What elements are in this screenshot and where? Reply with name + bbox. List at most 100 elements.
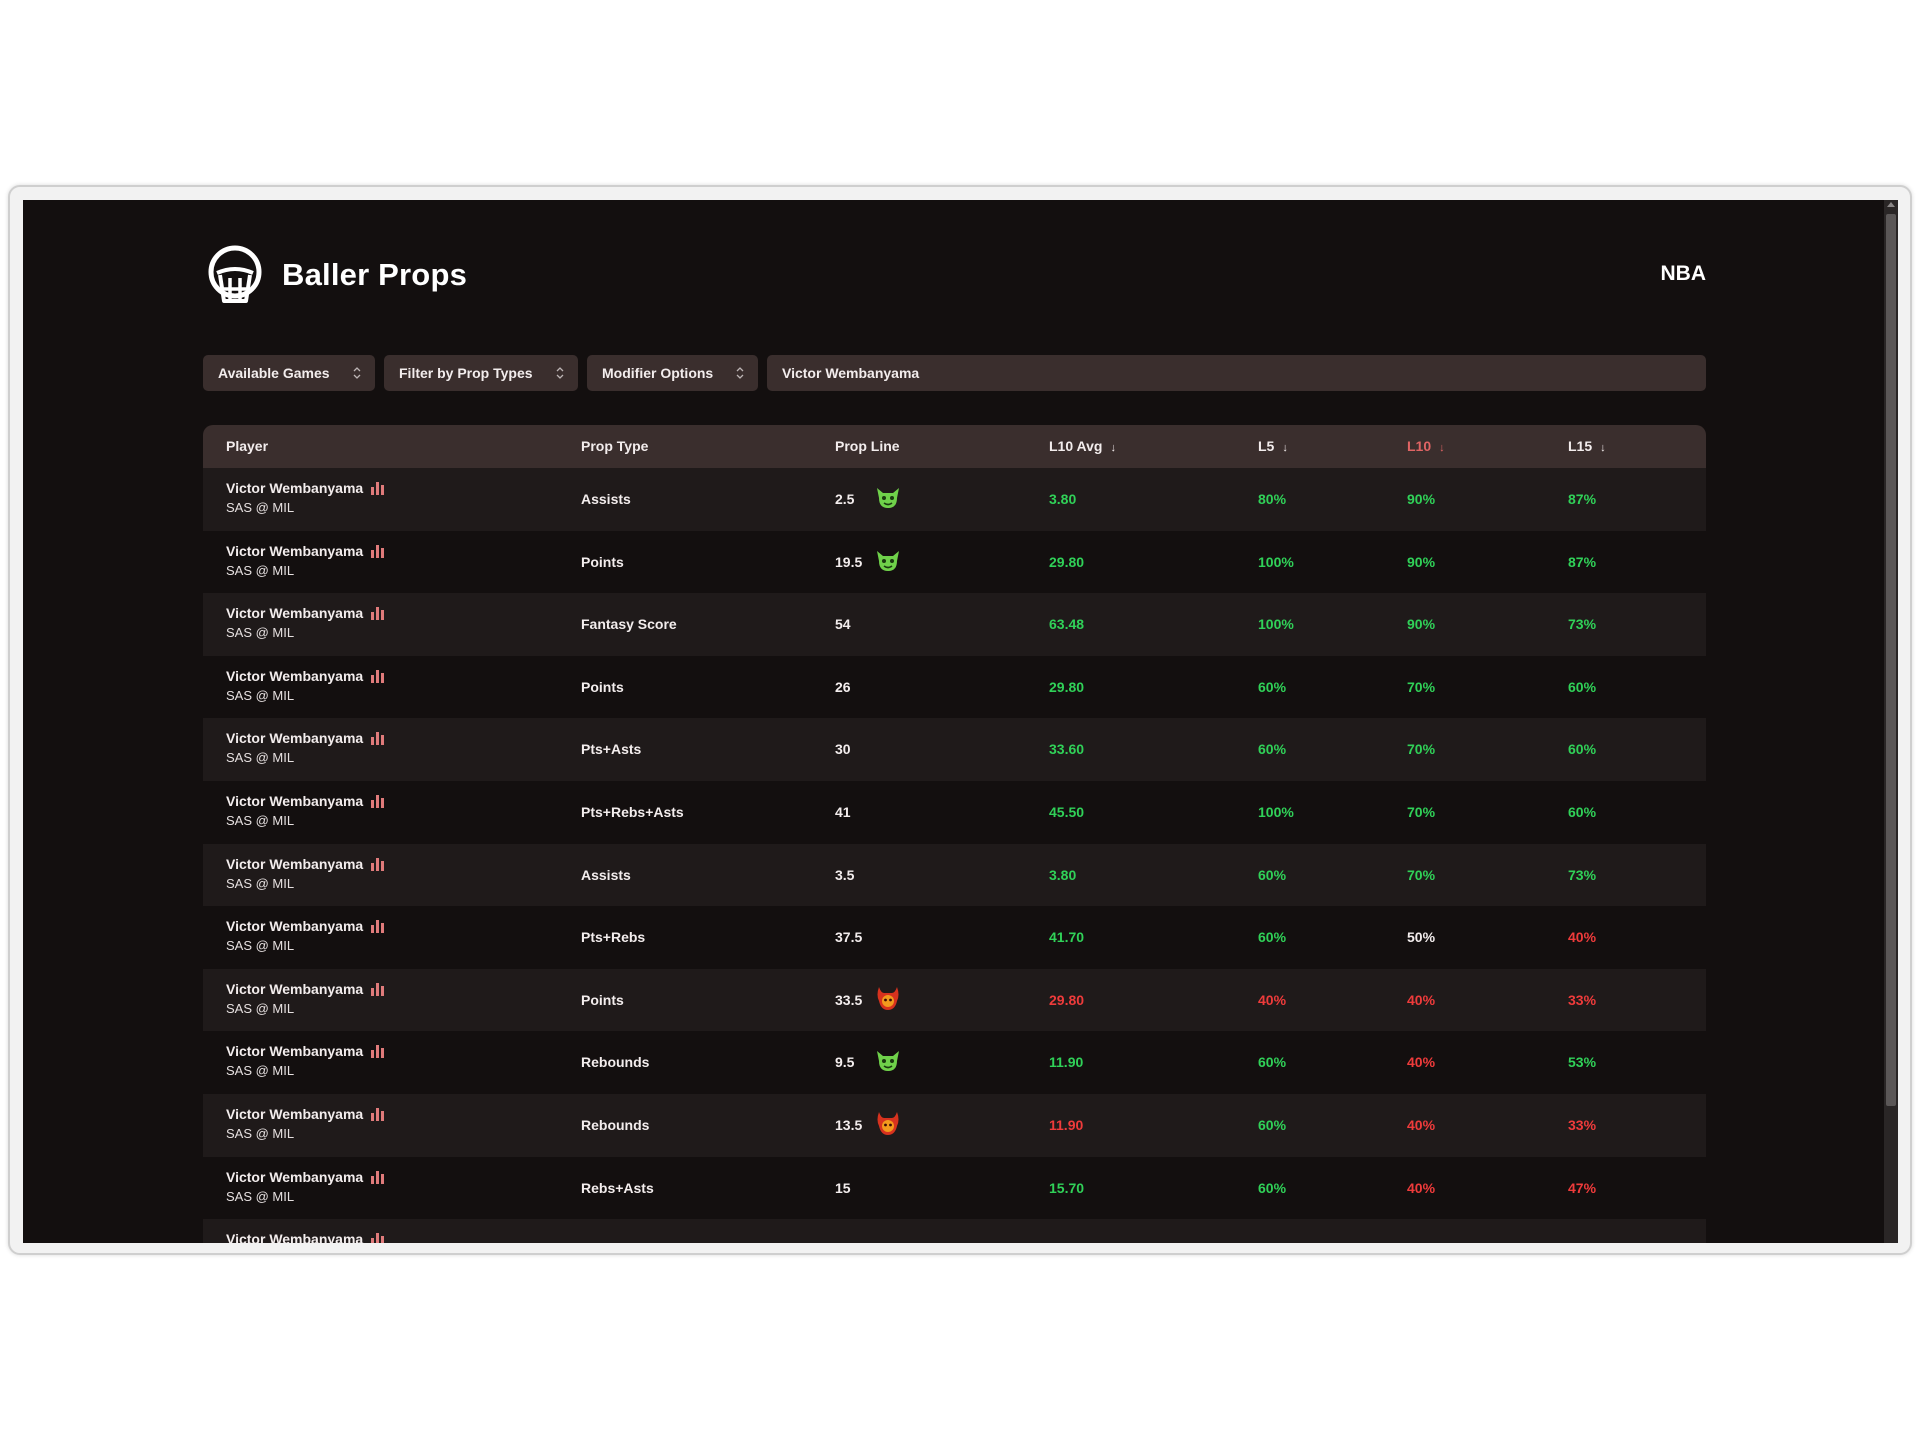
l5-value: 60%: [1258, 1179, 1287, 1196]
l10-value: 70%: [1407, 803, 1436, 820]
prop-line: 33.5: [835, 991, 863, 1008]
table-row[interactable]: Victor Wembanyama SAS @ MIL Rebounds 9.5 11.…: [203, 1031, 1706, 1094]
l15-value: 53%: [1568, 1054, 1597, 1071]
bar-chart-icon[interactable]: [370, 857, 386, 871]
bar-chart-icon[interactable]: [370, 669, 386, 683]
prop-types-label: Filter by Prop Types: [399, 365, 533, 381]
table-row[interactable]: Victor Wembanyama SAS @ MIL Pts+Asts 30 33.6…: [203, 718, 1706, 781]
table-header: Player Prop Type Prop Line L10 Avg ↓ L5 ↓ …: [203, 425, 1706, 468]
l10-value: 40%: [1407, 1054, 1436, 1071]
col-player[interactable]: Player: [226, 438, 268, 454]
bar-chart-icon[interactable]: [370, 544, 386, 558]
col-prop-type[interactable]: Prop Type: [581, 438, 648, 454]
brand-title[interactable]: Baller Props: [282, 257, 467, 293]
scroll-up-arrow-icon[interactable]: [1887, 202, 1895, 207]
l10-value: 40%: [1407, 1116, 1436, 1133]
matchup: SAS @ MIL: [226, 875, 295, 891]
player-name[interactable]: Victor Wembanyama: [226, 668, 363, 684]
l10-avg-value: 45.50: [1049, 803, 1085, 820]
col-l5-label: L5: [1258, 438, 1275, 454]
l10-avg-value: 29.80: [1049, 553, 1085, 570]
l10-avg-value: 11.90: [1049, 1116, 1084, 1133]
scrollbar-thumb[interactable]: [1886, 214, 1896, 1106]
vertical-scrollbar[interactable]: [1884, 200, 1898, 1243]
player-name[interactable]: Victor Wembanyama: [226, 480, 363, 496]
bar-chart-icon[interactable]: [370, 1232, 386, 1243]
bar-chart-icon[interactable]: [370, 1044, 386, 1059]
player-name[interactable]: Victor Wembanyama: [226, 1169, 363, 1185]
prop-types-dropdown[interactable]: Filter by Prop Types: [384, 355, 578, 391]
player-name[interactable]: Victor Wembanyama: [226, 1106, 363, 1122]
col-l10-avg[interactable]: L10 Avg ↓: [1049, 438, 1116, 454]
bar-chart-icon[interactable]: [370, 481, 386, 495]
player-name[interactable]: Victor Wembanyama: [226, 981, 363, 997]
l10-value: 90%: [1407, 491, 1436, 507]
matchup: SAS @ MIL: [226, 562, 295, 578]
col-l10[interactable]: L10 ↓: [1407, 438, 1445, 454]
l10-value: 40%: [1407, 1179, 1436, 1196]
player-name[interactable]: Victor Wembanyama: [226, 793, 363, 809]
bar-chart-icon[interactable]: [370, 606, 386, 621]
l5-value: 100%: [1258, 803, 1294, 820]
league-label[interactable]: NBA: [1661, 262, 1707, 286]
table-row[interactable]: Victor Wembanyama SAS @ MIL Points 33.5 29.8…: [203, 968, 1706, 1032]
goblin-icon: [873, 545, 903, 575]
l15-value: 60%: [1568, 741, 1597, 758]
l15-value: 60%: [1568, 678, 1597, 695]
prop-type: Points: [581, 678, 624, 695]
modifier-options-label: Modifier Options: [602, 365, 714, 381]
goblin-icon: [873, 482, 903, 512]
bar-chart-icon[interactable]: [370, 1107, 386, 1121]
player-name[interactable]: Victor Wembanyama: [226, 1231, 363, 1243]
l10-avg-value: 33.60: [1049, 741, 1085, 758]
l10-avg-value: 29.80: [1049, 678, 1085, 695]
table-row[interactable]: Victor Wembanyama SAS @ MIL Assists 3.5 3.80…: [203, 843, 1706, 907]
table-row[interactable]: Victor Wembanyama SAS @ MIL Pts+Rebs+Asts 4…: [203, 780, 1706, 844]
table-row[interactable]: Victor Wembanyama SAS @ MIL Points 26 29.80 6…: [203, 655, 1706, 719]
bar-chart-icon[interactable]: [370, 794, 386, 808]
arrow-down-icon: ↓: [1282, 442, 1288, 454]
prop-type: Rebs+Asts: [581, 1179, 654, 1196]
table-row[interactable]: Victor Wembanyama SAS @ MIL Points 19.5 29.8…: [203, 530, 1706, 594]
player-name[interactable]: Victor Wembanyama: [226, 543, 363, 559]
player-name[interactable]: Victor Wembanyama: [226, 856, 363, 872]
matchup: SAS @ MIL: [226, 1000, 295, 1016]
l5-value: 60%: [1258, 1116, 1287, 1133]
prop-line: 9.5: [835, 1054, 855, 1071]
col-l10-label: L10: [1407, 438, 1432, 454]
bar-chart-icon[interactable]: [370, 919, 386, 934]
player-search-input[interactable]: [767, 355, 1706, 391]
prop-line: 2.5: [835, 491, 855, 507]
player-name[interactable]: Victor Wembanyama: [226, 1043, 363, 1059]
player-name[interactable]: Victor Wembanyama: [226, 730, 363, 746]
prop-type: Pts+Asts: [581, 741, 642, 758]
l5-value: 40%: [1258, 991, 1287, 1008]
modifier-options-dropdown[interactable]: Modifier Options: [587, 355, 758, 391]
prop-line: 54: [835, 616, 851, 633]
l10-avg-value: 41.70: [1049, 929, 1085, 946]
l15-value: 87%: [1568, 491, 1597, 507]
prop-line: 37.5: [835, 929, 863, 946]
col-prop-line[interactable]: Prop Line: [835, 438, 900, 454]
bar-chart-icon[interactable]: [370, 982, 386, 996]
table-row[interactable]: Victor Wembanyama SAS @ MIL Rebs+Asts 15 15.…: [203, 1156, 1706, 1220]
table-row[interactable]: Victor Wembanyama SAS @ MIL Rebounds 13.5 11…: [203, 1093, 1706, 1157]
l10-value: 40%: [1407, 991, 1436, 1008]
l15-value: 33%: [1568, 991, 1597, 1008]
table-row[interactable]: Victor Wembanyama SAS @ MIL Assists 2.5 3.80…: [203, 468, 1706, 531]
player-name[interactable]: Victor Wembanyama: [226, 605, 363, 621]
prop-type: Rebounds: [581, 1054, 650, 1071]
bar-chart-icon[interactable]: [370, 731, 386, 746]
bar-chart-icon[interactable]: [370, 1170, 386, 1184]
col-l5[interactable]: L5 ↓: [1258, 438, 1288, 454]
table-row[interactable]: Victor Wembanyama SAS @ MIL Pts+Rebs 37.5 41…: [203, 906, 1706, 969]
col-l15[interactable]: L15 ↓: [1568, 438, 1606, 454]
basketball-hoop-logo-icon[interactable]: [203, 245, 267, 309]
chevron-up-down-icon: [736, 367, 744, 379]
player-name[interactable]: Victor Wembanyama: [226, 918, 363, 934]
available-games-dropdown[interactable]: Available Games: [203, 355, 375, 391]
table-row[interactable]: Victor Wembanyama SAS @ MIL Fantasy Score 5…: [203, 593, 1706, 656]
prop-line: 19.5: [835, 553, 863, 570]
prop-type: Points: [581, 991, 624, 1008]
table-row[interactable]: Victor WembanyamaSAS @ MIL: [203, 1219, 1706, 1243]
